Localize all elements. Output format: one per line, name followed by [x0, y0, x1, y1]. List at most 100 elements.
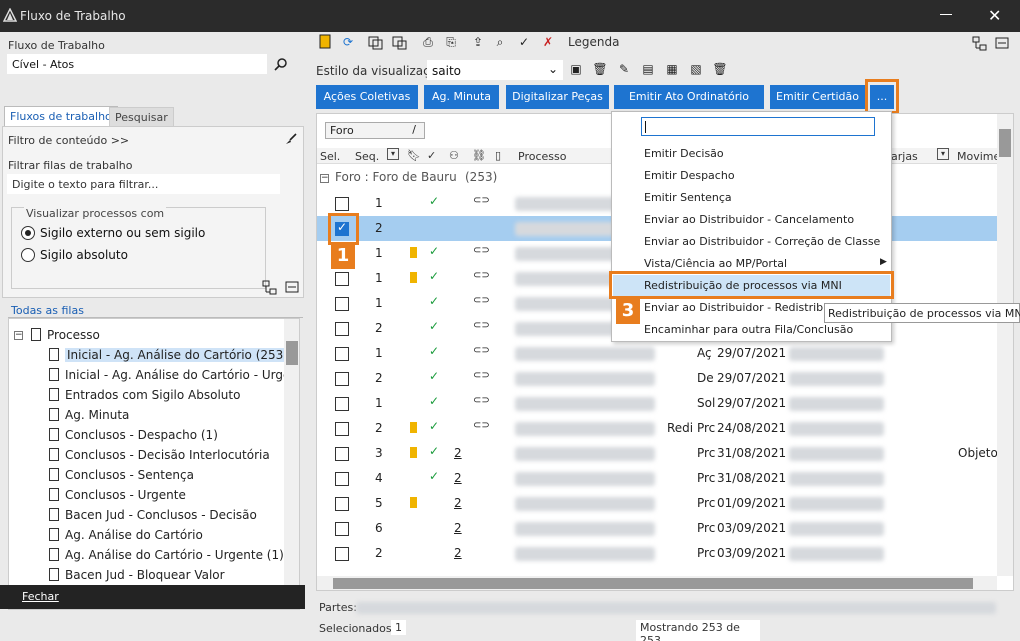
header-seq-filter-icon[interactable]: ▾ [387, 148, 399, 160]
header-people-icon[interactable]: ⚇ [449, 149, 459, 162]
remove-check-icon[interactable]: ✗ [540, 34, 556, 50]
pencil-icon[interactable]: ✎ [616, 61, 632, 77]
menu-item[interactable]: Emitir Sentença [644, 191, 732, 204]
tree-item[interactable]: Ag. Minuta [65, 408, 129, 422]
tree-item[interactable]: Entrados com Sigilo Absoluto [65, 388, 240, 402]
header-sel[interactable]: Sel. [320, 150, 340, 163]
fluxo-input[interactable]: Cível - Atos [7, 54, 267, 74]
grid-scroll-thumb[interactable] [999, 129, 1011, 157]
table-row[interactable]: 1 ✓ ⊂⊃ Aç 29/07/2021 [317, 341, 997, 366]
collapse-view-icon[interactable] [994, 36, 1010, 52]
radio-sigilo-externo[interactable] [21, 226, 35, 240]
tree-vertical-scrollbar[interactable] [284, 319, 299, 596]
tree-item[interactable]: Inicial - Ag. Análise do Cartório (253) [65, 348, 290, 362]
menu-item[interactable]: Emitir Despacho [644, 169, 735, 182]
menu-item[interactable]: Emitir Decisão [644, 147, 724, 160]
row-link[interactable]: 2 [454, 496, 462, 510]
grid-hscroll-thumb[interactable] [333, 578, 973, 589]
header-bookmark-icon[interactable]: 🔖︎ [407, 149, 421, 162]
grid-vertical-scrollbar[interactable] [997, 114, 1013, 576]
row-link[interactable]: 2 [454, 521, 462, 535]
collapse-tree-icon[interactable] [284, 280, 300, 296]
menu-item[interactable]: Enviar ao Distribuidor - Cancelamento [644, 213, 854, 226]
table-row[interactable]: 2 ✓ ⊂⊃ Redi Prc 24/08/2021 [317, 416, 997, 441]
acoes-coletivas-button[interactable]: Ações Coletivas [316, 85, 418, 109]
header-movimento[interactable]: Movime [957, 150, 1000, 163]
row-checkbox[interactable] [335, 322, 349, 336]
delete-icon[interactable]: 🗑 [592, 61, 608, 77]
refresh-icon[interactable]: ⟳ [340, 34, 356, 50]
header-seq[interactable]: Seq. [355, 150, 379, 163]
tree-item[interactable]: Ag. Análise do Cartório [65, 528, 203, 542]
row-checkbox[interactable] [335, 497, 349, 511]
table-row[interactable]: 5 2 Prc 01/09/2021 [317, 491, 997, 516]
menu-item[interactable]: Enviar ao Distribuidor - Correção de Cla… [644, 235, 880, 248]
tree-view-icon[interactable] [972, 36, 988, 52]
brush-icon[interactable] [283, 132, 299, 148]
row-checkbox[interactable] [335, 297, 349, 311]
row-checkbox[interactable] [335, 197, 349, 211]
paste-icon[interactable] [392, 34, 408, 50]
table-row[interactable]: 1 ✓ ⊂⊃ Sol 29/07/2021 [317, 391, 997, 416]
row-checkbox[interactable] [335, 397, 349, 411]
group-collapse-toggle[interactable]: − [320, 174, 329, 183]
tree-item[interactable]: Conclusos - Decisão Interlocutória [65, 448, 270, 462]
bookmark-tool-icon[interactable] [318, 34, 334, 50]
table-row[interactable]: 2 ✓ ⊂⊃ De 29/07/2021 [317, 366, 997, 391]
columns-icon[interactable]: ▤ [640, 61, 656, 77]
row-checkbox[interactable] [335, 522, 349, 536]
check-user-icon[interactable]: ✓ [516, 34, 532, 50]
table-row[interactable]: 3 ✓ 2 Prc 31/08/2021 Objeto [317, 441, 998, 466]
filtrar-input[interactable]: Digite o texto para filtrar... [7, 174, 280, 194]
row-link[interactable]: 2 [454, 471, 462, 485]
header-check-icon[interactable]: ✓ [427, 149, 436, 162]
tab-fluxos[interactable]: Fluxos de trabalho [4, 106, 118, 126]
ag-minuta-button[interactable]: Ag. Minuta [424, 85, 499, 109]
header-processo[interactable]: Processo [518, 150, 566, 163]
grid-horizontal-scrollbar[interactable] [317, 576, 997, 590]
filtro-conteudo-label[interactable]: Filtro de conteúdo >> [8, 134, 129, 147]
find-icon[interactable]: ⌕ [492, 34, 508, 50]
row-link[interactable]: 2 [454, 546, 462, 560]
notes-icon[interactable]: ▦ [664, 61, 680, 77]
row-checkbox[interactable] [335, 372, 349, 386]
tree-scroll-thumb[interactable] [286, 341, 298, 365]
tree-item[interactable]: Bacen Jud - Bloquear Valor [65, 568, 225, 582]
row-checkbox[interactable] [335, 472, 349, 486]
table-row[interactable]: 6 2 Prc 03/09/2021 [317, 516, 997, 541]
print-icon[interactable]: ⎙ [420, 34, 436, 50]
tree-item[interactable]: Ag. Análise do Cartório - Urgente (1) [65, 548, 284, 562]
table-row[interactable]: 4 ✓ 2 Prc 31/08/2021 [317, 466, 997, 491]
close-icon[interactable]: ✕ [988, 6, 1001, 25]
legenda-label[interactable]: Legenda [568, 35, 619, 49]
tree-item[interactable]: Conclusos - Sentença [65, 468, 194, 482]
tree-collapse-toggle[interactable]: − [14, 331, 23, 340]
trash-icon[interactable]: 🗑 [712, 61, 728, 77]
group-chip[interactable]: Foro / [325, 122, 425, 139]
row-link[interactable]: 2 [454, 446, 462, 460]
minimize-icon[interactable] [940, 14, 952, 15]
tree-item[interactable]: Inicial - Ag. Análise do Cartório - Urge… [65, 368, 299, 382]
header-chain-icon[interactable]: ⛓ [472, 149, 486, 162]
fechar-button[interactable]: Fechar [0, 585, 305, 609]
emitir-ato-button[interactable]: Emitir Ato Ordinatório [614, 85, 764, 109]
tree-item[interactable]: Conclusos - Urgente [65, 488, 186, 502]
search-icon[interactable] [273, 57, 289, 73]
row-checkbox[interactable] [335, 422, 349, 436]
table-row[interactable]: 2 2 Prc 03/09/2021 [317, 541, 997, 566]
tree-item[interactable]: Conclusos - Despacho (1) [65, 428, 218, 442]
menu-item[interactable]: Encaminhar para outra Fila/Conclusão [644, 323, 853, 336]
header-tarjas[interactable]: arjas [891, 150, 918, 163]
menu-item[interactable]: Vista/Ciência ao MP/Portal [644, 257, 787, 270]
layout-icon[interactable]: ▧ [688, 61, 704, 77]
header-tarjas-filter-icon[interactable]: ▾ [937, 148, 949, 160]
tree-item[interactable]: Bacen Jud - Conclusos - Decisão [65, 508, 257, 522]
estilo-select[interactable]: saito ⌄ [427, 60, 563, 80]
radio-sigilo-absoluto[interactable] [21, 248, 35, 262]
row-checkbox[interactable] [335, 272, 349, 286]
emitir-certidao-button[interactable]: Emitir Certidão [770, 85, 865, 109]
expand-tree-icon[interactable] [262, 280, 278, 296]
tab-pesquisar[interactable]: Pesquisar [109, 107, 174, 128]
row-checkbox[interactable] [335, 547, 349, 561]
menu-search-input[interactable] [641, 117, 875, 136]
